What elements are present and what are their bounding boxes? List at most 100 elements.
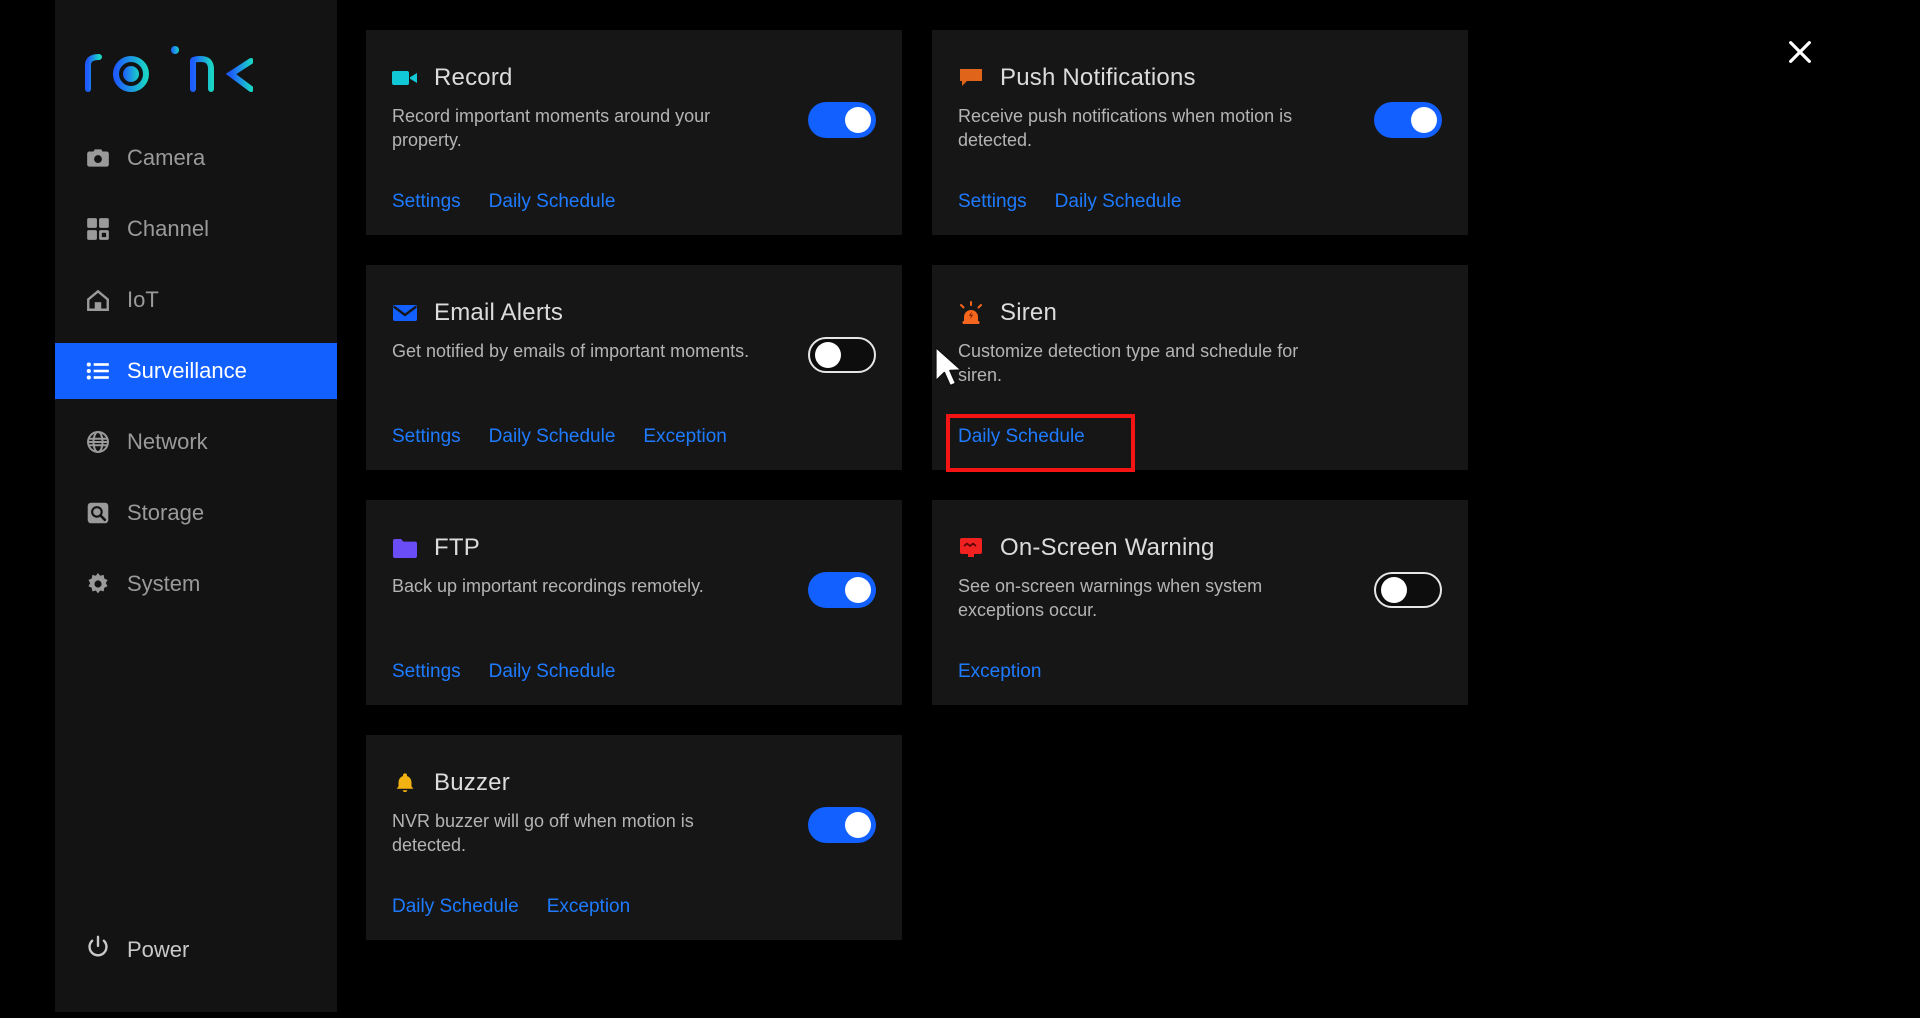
card-description: See on-screen warnings when system excep… xyxy=(958,576,1263,621)
link-exception[interactable]: Exception xyxy=(958,661,1041,683)
card-links: Settings Daily Schedule xyxy=(392,191,615,213)
siren-icon xyxy=(958,300,984,326)
card-description: Back up important recordings remotely. xyxy=(392,576,704,596)
card-header: Siren xyxy=(958,299,1442,327)
card-description: Get notified by emails of important mome… xyxy=(392,341,750,361)
email-alerts-toggle[interactable] xyxy=(808,337,876,373)
sidebar-item-iot[interactable]: IoT xyxy=(55,272,337,328)
link-daily-schedule[interactable]: Daily Schedule xyxy=(489,661,616,683)
card-push-notifications: Push Notifications Receive push notifica… xyxy=(932,30,1468,235)
card-header: On-Screen Warning xyxy=(958,534,1442,562)
toggle-knob xyxy=(845,107,871,133)
envelope-icon xyxy=(392,300,418,326)
close-icon xyxy=(1784,41,1816,72)
cards-grid: Record Record important moments around y… xyxy=(366,30,1468,940)
card-links: Settings Daily Schedule xyxy=(958,191,1181,213)
card-links: Exception xyxy=(958,661,1041,683)
toggle-knob xyxy=(1381,577,1407,603)
sidebar-item-label: Storage xyxy=(127,500,205,525)
card-header: Push Notifications xyxy=(958,64,1442,92)
gear-icon xyxy=(85,571,111,597)
push-notifications-toggle[interactable] xyxy=(1374,102,1442,138)
record-toggle[interactable] xyxy=(808,102,876,138)
card-title: On-Screen Warning xyxy=(1000,534,1215,561)
surveillance-cards-grid: Record Record important moments around y… xyxy=(366,30,1468,940)
sidebar-item-storage[interactable]: Storage xyxy=(55,485,337,541)
card-description: Customize detection type and schedule fo… xyxy=(958,341,1299,386)
monitor-warning-icon xyxy=(958,535,984,561)
sidebar-item-system[interactable]: System xyxy=(55,556,337,612)
card-description: Receive push notifications when motion i… xyxy=(958,106,1293,151)
sidebar-item-label: Network xyxy=(127,429,208,454)
link-daily-schedule[interactable]: Daily Schedule xyxy=(489,426,616,448)
card-header: Buzzer xyxy=(392,769,876,797)
link-settings[interactable]: Settings xyxy=(392,191,461,213)
card-links: Daily Schedule Exception xyxy=(392,896,630,918)
toggle-knob xyxy=(845,577,871,603)
siren-daily-schedule-link[interactable]: Daily Schedule xyxy=(958,426,1085,448)
sidebar: Camera Channel IoT Surveillance Network … xyxy=(55,0,337,1012)
sidebar-item-label: IoT xyxy=(127,287,159,312)
link-exception[interactable]: Exception xyxy=(643,426,726,448)
card-email-alerts: Email Alerts Get notified by emails of i… xyxy=(366,265,902,470)
folder-icon xyxy=(392,535,418,561)
link-settings[interactable]: Settings xyxy=(958,191,1027,213)
card-title: FTP xyxy=(434,534,480,561)
reolink-logo xyxy=(83,40,337,96)
sidebar-item-label: Camera xyxy=(127,145,206,170)
sidebar-item-channel[interactable]: Channel xyxy=(55,201,337,257)
card-description: Record important moments around your pro… xyxy=(392,106,711,151)
card-on-screen-warning: On-Screen Warning See on-screen warnings… xyxy=(932,500,1468,705)
card-header: Email Alerts xyxy=(392,299,876,327)
app-root: Camera Channel IoT Surveillance Network … xyxy=(0,0,1920,1018)
grid-icon xyxy=(85,216,111,242)
card-header: FTP xyxy=(392,534,876,562)
ftp-toggle[interactable] xyxy=(808,572,876,608)
sidebar-item-camera[interactable]: Camera xyxy=(55,130,337,186)
sidebar-item-label: System xyxy=(127,571,201,596)
card-record: Record Record important moments around y… xyxy=(366,30,902,235)
link-daily-schedule[interactable]: Daily Schedule xyxy=(1055,191,1182,213)
list-icon xyxy=(85,358,111,384)
card-title: Email Alerts xyxy=(434,299,564,326)
card-links: Daily Schedule xyxy=(958,426,1085,448)
camera-icon xyxy=(85,145,111,171)
close-button[interactable] xyxy=(1784,36,1816,68)
toggle-knob xyxy=(845,812,871,838)
sidebar-item-label: Channel xyxy=(127,216,209,241)
card-siren: Siren Customize detection type and sched… xyxy=(932,265,1468,470)
sidebar-item-label: Power xyxy=(127,937,190,962)
card-title: Record xyxy=(434,64,513,91)
card-title: Buzzer xyxy=(434,769,510,796)
speech-bubble-icon xyxy=(958,65,984,91)
sidebar-item-surveillance[interactable]: Surveillance xyxy=(55,343,337,399)
card-title: Push Notifications xyxy=(1000,64,1196,91)
sidebar-item-power[interactable]: Power xyxy=(55,922,337,978)
home-icon xyxy=(85,287,111,313)
card-links: Settings Daily Schedule Exception xyxy=(392,426,727,448)
card-header: Record xyxy=(392,64,876,92)
card-title: Siren xyxy=(1000,299,1058,326)
power-icon xyxy=(85,934,111,966)
link-daily-schedule[interactable]: Daily Schedule xyxy=(392,896,519,918)
toggle-knob xyxy=(815,342,841,368)
link-daily-schedule[interactable]: Daily Schedule xyxy=(489,191,616,213)
toggle-knob xyxy=(1411,107,1437,133)
sidebar-item-label: Surveillance xyxy=(127,358,247,383)
card-buzzer: Buzzer NVR buzzer will go off when motio… xyxy=(366,735,902,940)
hard-drive-icon xyxy=(85,500,111,526)
card-links: Settings Daily Schedule xyxy=(392,661,615,683)
link-exception[interactable]: Exception xyxy=(547,896,630,918)
buzzer-toggle[interactable] xyxy=(808,807,876,843)
bell-icon xyxy=(392,770,418,796)
sidebar-nav: Camera Channel IoT Surveillance Network … xyxy=(55,130,337,627)
link-settings[interactable]: Settings xyxy=(392,426,461,448)
card-description: NVR buzzer will go off when motion is de… xyxy=(392,811,694,856)
globe-icon xyxy=(85,429,111,455)
video-camera-icon xyxy=(392,65,418,91)
on-screen-warning-toggle[interactable] xyxy=(1374,572,1442,608)
sidebar-item-network[interactable]: Network xyxy=(55,414,337,470)
card-ftp: FTP Back up important recordings remotel… xyxy=(366,500,902,705)
link-settings[interactable]: Settings xyxy=(392,661,461,683)
